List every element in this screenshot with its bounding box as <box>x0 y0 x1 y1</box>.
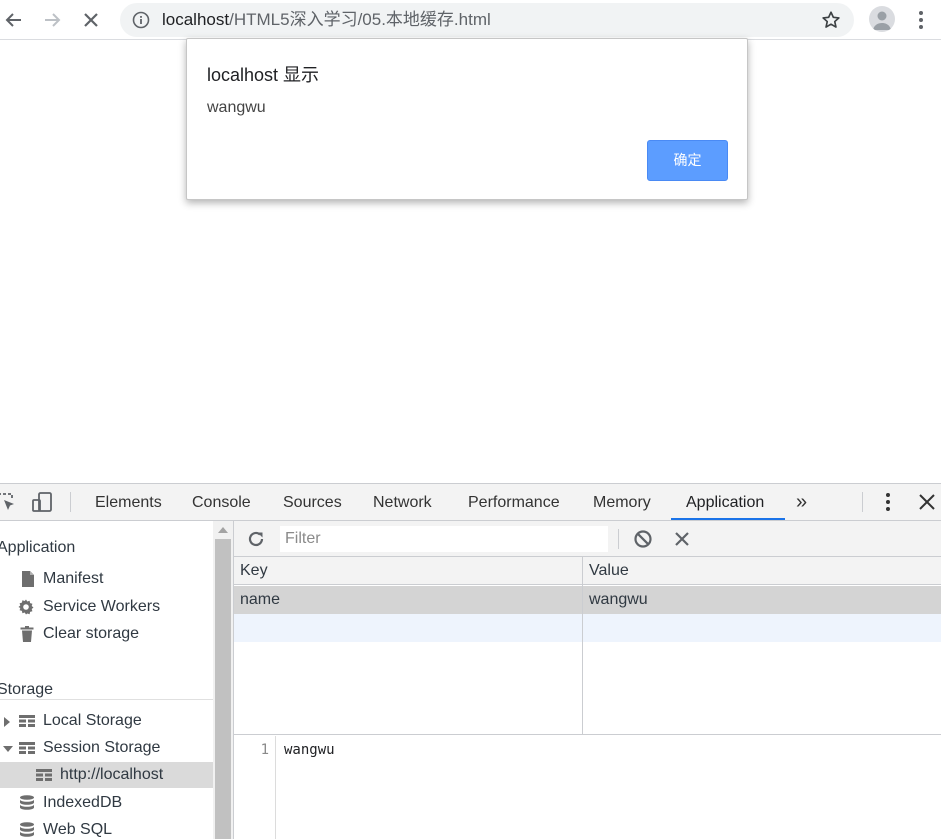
collapse-arrow-icon[interactable] <box>3 746 13 752</box>
back-button[interactable] <box>0 6 28 34</box>
sidebar-item-label: http://localhost <box>60 766 164 783</box>
arrow-right-icon <box>45 13 61 27</box>
close-icon[interactable] <box>916 491 938 513</box>
tab-elements[interactable]: Elements <box>95 484 162 520</box>
more-vert-icon[interactable] <box>877 491 899 513</box>
expand-arrow-icon[interactable] <box>4 717 10 727</box>
alert-dialog: localhost 显示 wangwu 确定 <box>186 38 748 200</box>
sidebar-item-label: Manifest <box>43 570 104 587</box>
url-text[interactable]: localhost/HTML5深入学习/05.本地缓存.html <box>162 9 491 31</box>
storage-toolbar <box>234 521 941 557</box>
gear-icon <box>18 599 34 615</box>
sidebar-header-application: Application <box>0 539 76 556</box>
tab-memory[interactable]: Memory <box>593 484 651 520</box>
profile-avatar[interactable] <box>869 6 895 32</box>
sidebar-item-label: Local Storage <box>43 712 142 729</box>
active-tab-indicator <box>671 518 785 520</box>
sidebar-item-session-storage[interactable]: Session Storage <box>0 735 213 761</box>
sidebar-item-label: Web SQL <box>43 821 113 838</box>
tab-application[interactable]: Application <box>686 484 764 520</box>
document-icon <box>22 571 34 587</box>
line-number: 1 <box>260 742 269 758</box>
line-gutter: 1 <box>234 736 276 839</box>
tab-network[interactable]: Network <box>373 484 432 520</box>
table-header: Key Value <box>234 557 941 585</box>
sidebar-item-label: Session Storage <box>43 739 161 756</box>
trash-icon <box>20 626 34 642</box>
sidebar-item-label: IndexedDB <box>43 794 123 811</box>
address-bar[interactable]: localhost/HTML5深入学习/05.本地缓存.html <box>120 3 854 37</box>
clear-all-icon[interactable] <box>633 529 653 549</box>
sidebar-divider <box>0 699 213 700</box>
toolbar-separator <box>618 529 619 549</box>
tab-console[interactable]: Console <box>192 484 251 520</box>
inspect-element-icon[interactable] <box>0 491 18 513</box>
table-row[interactable]: name wangwu <box>234 586 941 614</box>
sidebar-item-web-sql[interactable]: Web SQL <box>0 817 213 839</box>
devtools-panel: Elements Console Sources Network Perform… <box>0 483 941 839</box>
scroll-up-arrow-icon[interactable] <box>218 527 228 533</box>
tab-sources[interactable]: Sources <box>283 484 342 520</box>
scrollbar-thumb[interactable] <box>215 539 231 839</box>
table-row-empty[interactable] <box>234 614 941 642</box>
devtools-tabbar: Elements Console Sources Network Perform… <box>0 484 941 521</box>
url-host: localhost <box>162 10 230 29</box>
more-vert-icon[interactable] <box>910 8 932 32</box>
dialog-message: wangwu <box>207 99 266 116</box>
column-header-key[interactable]: Key <box>240 562 268 580</box>
sidebar-item-label: Service Workers <box>43 598 161 615</box>
cell-value[interactable]: wangwu <box>589 591 648 609</box>
preview-text[interactable]: wangwu <box>284 742 335 758</box>
browser-toolbar: localhost/HTML5深入学习/05.本地缓存.html <box>0 0 941 40</box>
delete-selected-icon[interactable] <box>673 530 691 548</box>
database-icon <box>20 822 34 837</box>
tab-performance[interactable]: Performance <box>468 484 560 520</box>
ok-button[interactable]: 确定 <box>647 140 728 181</box>
device-toolbar-icon[interactable] <box>31 491 53 513</box>
sidebar-item-service-workers[interactable]: Service Workers <box>0 594 213 620</box>
storage-panel: Key Value name wangwu 1 wangwu <box>234 521 941 839</box>
url-path: /HTML5深入学习/05.本地缓存.html <box>229 10 491 29</box>
refresh-icon[interactable] <box>246 529 266 549</box>
storage-table: Key Value name wangwu <box>234 557 941 735</box>
more-tabs-button[interactable]: » <box>796 484 807 520</box>
person-icon <box>873 11 891 30</box>
sidebar-scrollbar[interactable] <box>213 521 234 839</box>
application-sidebar: Application Manifest Service Workers Cle… <box>0 521 213 839</box>
sidebar-item-manifest[interactable]: Manifest <box>0 566 213 592</box>
database-icon <box>20 795 34 810</box>
sidebar-item-indexeddb[interactable]: IndexedDB <box>0 790 213 816</box>
stop-button[interactable] <box>77 6 105 34</box>
dialog-title: localhost 显示 <box>207 65 320 85</box>
close-icon <box>84 13 98 27</box>
sidebar-item-clear-storage[interactable]: Clear storage <box>0 621 213 647</box>
column-header-value[interactable]: Value <box>589 562 629 580</box>
value-preview: 1 wangwu <box>234 736 941 839</box>
table-grid-icon <box>19 742 35 754</box>
table-grid-icon <box>19 715 35 727</box>
info-icon[interactable] <box>132 11 150 29</box>
forward-button[interactable] <box>38 6 66 34</box>
sidebar-header-storage: Storage <box>0 681 54 698</box>
arrow-left-icon <box>5 13 21 27</box>
sidebar-item-session-localhost[interactable]: http://localhost <box>0 762 213 788</box>
filter-input[interactable] <box>280 526 608 552</box>
star-icon[interactable] <box>820 9 842 31</box>
sidebar-item-label: Clear storage <box>43 625 140 642</box>
table-grid-icon <box>36 769 52 781</box>
cell-key[interactable]: name <box>240 591 280 609</box>
toolbar-separator <box>70 492 71 512</box>
sidebar-item-local-storage[interactable]: Local Storage <box>0 708 213 734</box>
toolbar-separator <box>862 492 863 512</box>
column-divider[interactable] <box>582 557 583 735</box>
